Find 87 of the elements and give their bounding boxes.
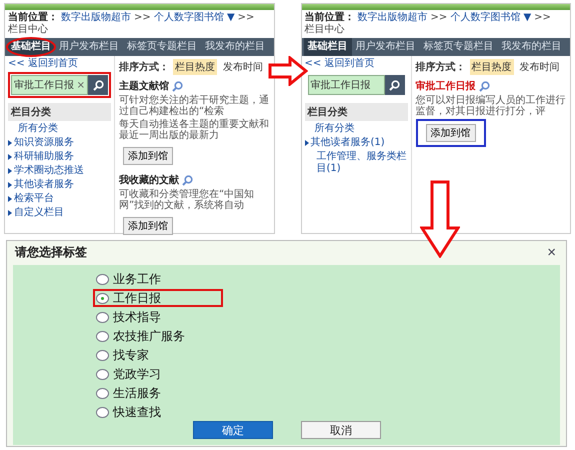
sidebar-item[interactable]: 所有分类 xyxy=(314,123,354,135)
sort-option[interactable]: 栏目热度 xyxy=(173,59,217,75)
column-description: 可收藏和分类管理您在“中国知网”找到的文献，系统将自动 xyxy=(119,189,256,211)
radio-option[interactable]: 技术指导 xyxy=(93,308,223,326)
tab[interactable]: 基础栏目 xyxy=(304,38,352,56)
search-icon xyxy=(172,80,183,92)
sort-label: 排序方式： xyxy=(119,60,169,74)
add-button[interactable]: 添加到馆 xyxy=(123,147,173,165)
radio-icon[interactable] xyxy=(96,330,109,342)
column-title[interactable]: 审批工作日报 xyxy=(416,79,476,93)
add-button[interactable]: 添加到馆 xyxy=(426,124,476,142)
sidebar-item[interactable]: 知识资源服务 xyxy=(14,137,74,149)
breadcrumb-link[interactable]: 数字出版物超市 xyxy=(61,12,131,24)
radio-option[interactable]: 生活服务 xyxy=(93,384,223,402)
radio-icon[interactable] xyxy=(96,368,109,380)
radio-icon[interactable] xyxy=(96,274,109,284)
breadcrumb-text: >> xyxy=(430,12,448,24)
sidebar-heading: 栏目分类 xyxy=(304,103,408,121)
tab[interactable]: 我发布的栏目 xyxy=(498,38,566,56)
column-title[interactable]: 我收藏的文献 xyxy=(119,173,179,187)
radio-option[interactable]: 农技推广服务 xyxy=(93,327,247,345)
sort-label: 排序方式： xyxy=(416,60,466,74)
sidebar-heading: 栏目分类 xyxy=(8,103,111,121)
breadcrumb-text: >> xyxy=(534,12,551,24)
radio-icon[interactable] xyxy=(96,388,109,398)
sidebar-item[interactable]: 检索平台 xyxy=(14,193,54,205)
sidebar-item[interactable]: 自定义栏目 xyxy=(14,207,64,219)
sidebar-item[interactable]: 其他读者服务 xyxy=(14,179,74,191)
caret-icon xyxy=(8,210,12,216)
search-icon xyxy=(182,174,193,186)
sort-option[interactable]: 发布时间 xyxy=(518,59,562,75)
search-button[interactable] xyxy=(88,75,108,95)
sidebar-item[interactable]: 其他读者服务(1) xyxy=(310,137,385,149)
breadcrumb-text: 栏目中心 xyxy=(8,24,48,36)
add-button[interactable]: 添加到馆 xyxy=(123,217,173,235)
breadcrumb-text: >> xyxy=(238,12,254,24)
search-icon xyxy=(389,80,400,90)
radio-icon[interactable] xyxy=(96,350,109,360)
tab[interactable]: 用户发布栏目 xyxy=(55,38,123,56)
radio-option[interactable]: 找专家 xyxy=(93,346,211,364)
sort-option[interactable]: 发布时间 xyxy=(221,59,265,75)
tab[interactable]: 基础栏目 xyxy=(7,38,55,56)
sidebar-item[interactable]: 工作管理、服务类栏目(1) xyxy=(316,151,408,175)
tab[interactable]: 我发布的栏目 xyxy=(201,38,269,56)
radio-option[interactable]: 业务工作 xyxy=(93,270,223,288)
radio-icon[interactable] xyxy=(96,292,109,304)
breadcrumb-link[interactable]: 个人数字图书馆 ▼ xyxy=(154,12,235,24)
radio-icon[interactable] xyxy=(96,406,109,418)
tab[interactable]: 标签页专题栏目 xyxy=(420,38,498,56)
caret-icon xyxy=(8,154,12,160)
close-button[interactable]: × xyxy=(545,245,558,260)
sort-option[interactable]: 栏目热度 xyxy=(470,59,514,75)
radio-option[interactable]: 工作日报 xyxy=(93,289,223,307)
breadcrumb-link[interactable]: 数字出版物超市 xyxy=(358,12,428,24)
radio-option[interactable]: 党政学习 xyxy=(93,365,223,383)
column-description: 每天自动推送各主题的重要文献和最近一周出版的最新力 xyxy=(119,119,270,141)
breadcrumb-link[interactable]: 个人数字图书馆 ▼ xyxy=(450,12,532,24)
sidebar-item[interactable]: 所有分类 xyxy=(18,123,58,135)
breadcrumb-text: >> xyxy=(134,12,151,24)
caret-icon xyxy=(8,196,12,202)
search-field[interactable]: 审批工作日报 × xyxy=(11,75,88,95)
caret-icon xyxy=(8,168,12,174)
sidebar-item[interactable]: 科研辅助服务 xyxy=(14,151,74,163)
confirm-button[interactable]: 确定 xyxy=(193,421,273,439)
caret-icon xyxy=(8,182,12,188)
column-title[interactable]: 主题文献馆 xyxy=(119,79,169,93)
dialog-title: 请您选择标签 xyxy=(15,244,87,261)
back-link[interactable]: << 返回到首页 xyxy=(8,58,111,70)
breadcrumb-text: 当前位置： xyxy=(8,12,58,24)
column-description: 可针对您关注的若干研究主题，通过自己构建检出的“检索 xyxy=(119,95,270,117)
breadcrumb-text: 当前位置： xyxy=(304,12,354,24)
tab[interactable]: 标签页专题栏目 xyxy=(123,38,201,56)
cancel-button[interactable]: 取消 xyxy=(301,421,381,439)
caret-icon xyxy=(304,140,308,146)
tab[interactable]: 用户发布栏目 xyxy=(352,38,420,56)
column-description: 您可以对日报编写人员的工作进行监督，对其日报进行打分，评 xyxy=(416,95,566,117)
search-field[interactable]: 审批工作日报 xyxy=(308,75,384,95)
back-link[interactable]: << 返回到首页 xyxy=(304,58,408,70)
sidebar-item[interactable]: 学术圈动态推送 xyxy=(14,165,84,177)
search-icon xyxy=(92,80,104,90)
radio-icon[interactable] xyxy=(96,312,109,322)
caret-icon xyxy=(8,140,12,146)
breadcrumb-text: 栏目中心 xyxy=(304,24,344,36)
search-icon xyxy=(478,80,490,92)
clear-button[interactable]: × xyxy=(74,80,87,90)
search-button[interactable] xyxy=(384,75,404,95)
radio-option[interactable]: 快速查找 xyxy=(93,403,223,421)
